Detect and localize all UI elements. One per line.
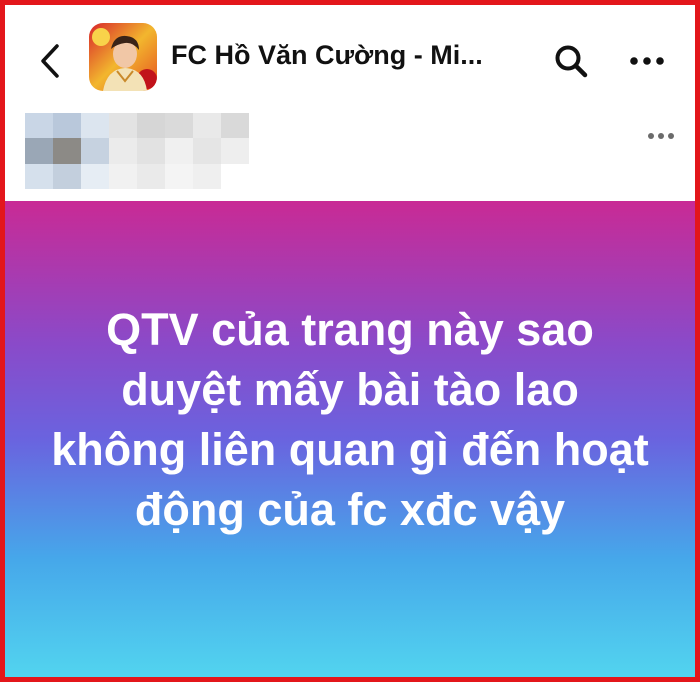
search-button[interactable] — [551, 41, 591, 81]
group-avatar[interactable] — [89, 23, 157, 91]
more-horizontal-icon — [648, 133, 674, 139]
author-avatar-blurred[interactable] — [25, 113, 109, 189]
more-options-button[interactable] — [625, 41, 669, 81]
group-avatar-photo — [89, 23, 157, 91]
group-title[interactable]: FC Hồ Văn Cường - Mi... — [171, 40, 531, 71]
post-author-row — [5, 113, 695, 201]
back-button[interactable] — [33, 41, 67, 81]
more-horizontal-icon — [630, 57, 664, 65]
blurred-name — [109, 113, 249, 189]
chevron-left-icon — [41, 44, 59, 78]
author-name-blurred[interactable] — [109, 113, 259, 189]
post-more-options-button[interactable] — [641, 121, 681, 151]
post-text: QTV của trang này sao duyệt mấy bài tào … — [51, 304, 649, 535]
post-background[interactable]: QTV của trang này sao duyệt mấy bài tào … — [5, 201, 695, 677]
group-header-bar: FC Hồ Văn Cường - Mi... — [5, 5, 695, 113]
blurred-avatar — [25, 113, 109, 189]
search-icon — [555, 45, 588, 78]
screenshot-frame: FC Hồ Văn Cường - Mi... QTV của trang nà… — [0, 0, 700, 682]
